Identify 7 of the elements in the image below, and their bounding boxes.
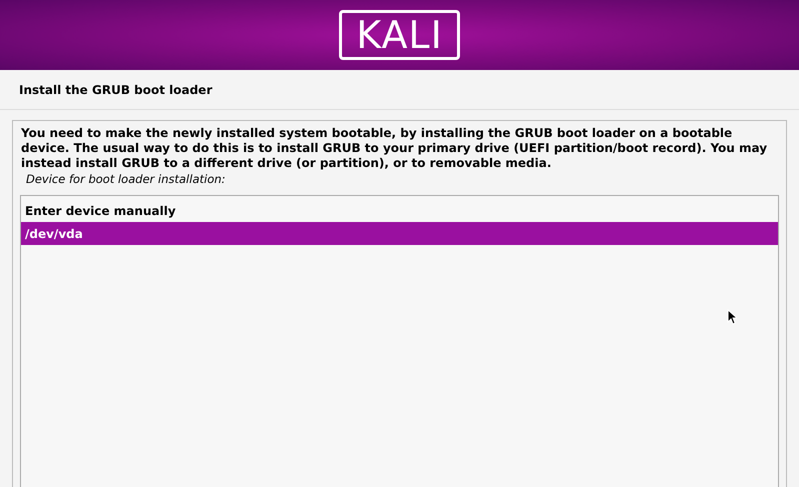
description-text: You need to make the newly installed system bootable, by installing the GRUB boot loader on a bootable device. The usual way to do this is to install GRUB to your primary drive (UEFI partition/boot record). You may instead install GRUB to a different drive (or partition), or to removable media. (20, 126, 768, 171)
list-label: Device for boot loader installation: (26, 172, 226, 186)
page-title: Install the GRUB boot loader (0, 70, 799, 110)
list-item[interactable]: /dev/vda (21, 222, 778, 245)
mouse-pointer-icon (727, 309, 737, 325)
list-item[interactable]: Enter device manually (21, 199, 778, 222)
logo: KALI (339, 10, 460, 60)
